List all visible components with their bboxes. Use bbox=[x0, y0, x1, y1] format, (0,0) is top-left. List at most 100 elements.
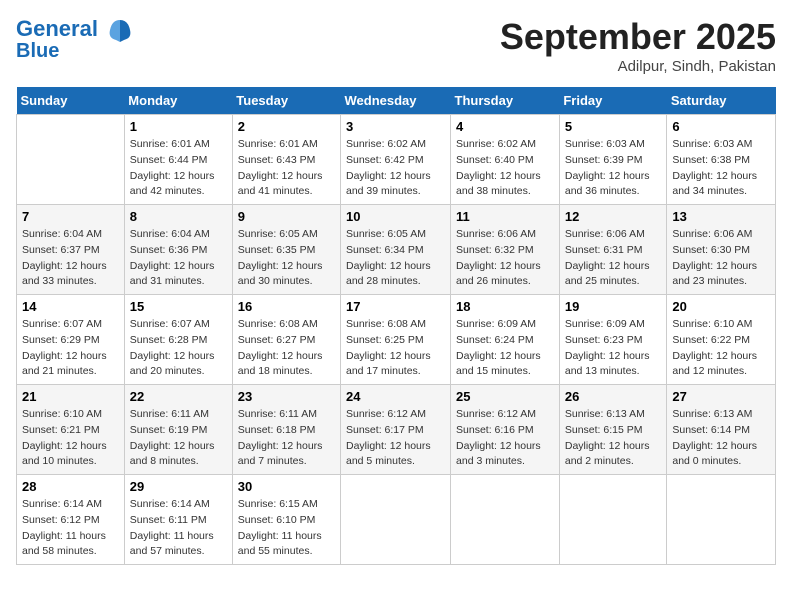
calendar-cell: 16Sunrise: 6:08 AM Sunset: 6:27 PM Dayli… bbox=[232, 295, 340, 385]
day-number: 12 bbox=[565, 209, 662, 224]
day-info: Sunrise: 6:07 AM Sunset: 6:28 PM Dayligh… bbox=[130, 317, 227, 380]
day-info: Sunrise: 6:10 AM Sunset: 6:22 PM Dayligh… bbox=[672, 317, 770, 380]
page-header: General Blue September 2025 Adilpur, Sin… bbox=[16, 16, 776, 75]
calendar-cell: 22 Sunrise: 6:11 AM Sunset: 6:19 PM Dayli… bbox=[124, 385, 232, 475]
day-info: Sunrise: 6:14 AM Sunset: 6:12 PM Dayligh… bbox=[22, 497, 119, 560]
calendar-cell: 14 Sunrise: 6:07 AM Sunset: 6:29 PM Dayli… bbox=[17, 295, 125, 385]
week-row-3: 14 Sunrise: 6:07 AM Sunset: 6:29 PM Dayli… bbox=[17, 295, 776, 385]
day-header-thursday: Thursday bbox=[451, 87, 560, 115]
calendar-cell: 17Sunrise: 6:08 AM Sunset: 6:25 PM Dayli… bbox=[341, 295, 451, 385]
day-info: Sunrise: 6:09 AM Sunset: 6:23 PM Dayligh… bbox=[565, 317, 662, 380]
week-row-2: 7Sunrise: 6:04 AM Sunset: 6:37 PM Daylig… bbox=[17, 205, 776, 295]
day-number: 27 bbox=[672, 389, 770, 404]
day-number: 6 bbox=[672, 119, 770, 134]
day-number: 17 bbox=[346, 299, 445, 314]
calendar-table: SundayMondayTuesdayWednesdayThursdayFrid… bbox=[16, 87, 776, 565]
week-row-4: 21 Sunrise: 6:10 AM Sunset: 6:21 PM Dayli… bbox=[17, 385, 776, 475]
day-info: Sunrise: 6:12 AM Sunset: 6:16 PM Dayligh… bbox=[456, 407, 554, 470]
calendar-cell: 12 Sunrise: 6:06 AM Sunset: 6:31 PM Dayli… bbox=[559, 205, 667, 295]
calendar-cell: 4 Sunrise: 6:02 AM Sunset: 6:40 PM Daylig… bbox=[451, 115, 560, 205]
calendar-cell: 7Sunrise: 6:04 AM Sunset: 6:37 PM Daylig… bbox=[17, 205, 125, 295]
day-number: 24 bbox=[346, 389, 445, 404]
day-number: 19 bbox=[565, 299, 662, 314]
title-block: September 2025 Adilpur, Sindh, Pakistan bbox=[500, 16, 776, 75]
day-info: Sunrise: 6:08 AM Sunset: 6:27 PM Dayligh… bbox=[238, 317, 335, 380]
day-header-saturday: Saturday bbox=[667, 87, 776, 115]
day-number: 4 bbox=[456, 119, 554, 134]
day-info: Sunrise: 6:05 AM Sunset: 6:35 PM Dayligh… bbox=[238, 227, 335, 290]
day-number: 28 bbox=[22, 479, 119, 494]
day-header-wednesday: Wednesday bbox=[341, 87, 451, 115]
day-number: 30 bbox=[238, 479, 335, 494]
calendar-cell: 1Sunrise: 6:01 AM Sunset: 6:44 PM Daylig… bbox=[124, 115, 232, 205]
week-row-1: 1Sunrise: 6:01 AM Sunset: 6:44 PM Daylig… bbox=[17, 115, 776, 205]
calendar-cell: 11 Sunrise: 6:06 AM Sunset: 6:32 PM Dayli… bbox=[451, 205, 560, 295]
calendar-cell: 13Sunrise: 6:06 AM Sunset: 6:30 PM Dayli… bbox=[667, 205, 776, 295]
calendar-cell: 20 Sunrise: 6:10 AM Sunset: 6:22 PM Dayli… bbox=[667, 295, 776, 385]
calendar-cell: 25 Sunrise: 6:12 AM Sunset: 6:16 PM Dayli… bbox=[451, 385, 560, 475]
day-number: 15 bbox=[130, 299, 227, 314]
day-number: 25 bbox=[456, 389, 554, 404]
calendar-cell: 10 Sunrise: 6:05 AM Sunset: 6:34 PM Dayli… bbox=[341, 205, 451, 295]
day-info: Sunrise: 6:05 AM Sunset: 6:34 PM Dayligh… bbox=[346, 227, 445, 290]
calendar-cell: 21 Sunrise: 6:10 AM Sunset: 6:21 PM Dayli… bbox=[17, 385, 125, 475]
calendar-cell: 28 Sunrise: 6:14 AM Sunset: 6:12 PM Dayli… bbox=[17, 475, 125, 565]
day-info: Sunrise: 6:11 AM Sunset: 6:19 PM Dayligh… bbox=[130, 407, 227, 470]
day-info: Sunrise: 6:10 AM Sunset: 6:21 PM Dayligh… bbox=[22, 407, 119, 470]
day-info: Sunrise: 6:04 AM Sunset: 6:36 PM Dayligh… bbox=[130, 227, 227, 290]
day-number: 13 bbox=[672, 209, 770, 224]
day-number: 7 bbox=[22, 209, 119, 224]
day-number: 22 bbox=[130, 389, 227, 404]
day-number: 10 bbox=[346, 209, 445, 224]
day-info: Sunrise: 6:15 AM Sunset: 6:10 PM Dayligh… bbox=[238, 497, 335, 560]
day-number: 11 bbox=[456, 209, 554, 224]
day-info: Sunrise: 6:06 AM Sunset: 6:32 PM Dayligh… bbox=[456, 227, 554, 290]
day-number: 8 bbox=[130, 209, 227, 224]
calendar-cell bbox=[17, 115, 125, 205]
calendar-cell bbox=[667, 475, 776, 565]
day-number: 5 bbox=[565, 119, 662, 134]
day-number: 26 bbox=[565, 389, 662, 404]
day-header-friday: Friday bbox=[559, 87, 667, 115]
day-info: Sunrise: 6:07 AM Sunset: 6:29 PM Dayligh… bbox=[22, 317, 119, 380]
day-number: 21 bbox=[22, 389, 119, 404]
calendar-cell bbox=[451, 475, 560, 565]
calendar-cell: 27Sunrise: 6:13 AM Sunset: 6:14 PM Dayli… bbox=[667, 385, 776, 475]
day-number: 29 bbox=[130, 479, 227, 494]
calendar-cell: 15 Sunrise: 6:07 AM Sunset: 6:28 PM Dayli… bbox=[124, 295, 232, 385]
location: Adilpur, Sindh, Pakistan bbox=[500, 58, 776, 75]
week-row-5: 28 Sunrise: 6:14 AM Sunset: 6:12 PM Dayli… bbox=[17, 475, 776, 565]
calendar-cell: 9 Sunrise: 6:05 AM Sunset: 6:35 PM Daylig… bbox=[232, 205, 340, 295]
calendar-cell: 23Sunrise: 6:11 AM Sunset: 6:18 PM Dayli… bbox=[232, 385, 340, 475]
calendar-cell: 26 Sunrise: 6:13 AM Sunset: 6:15 PM Dayli… bbox=[559, 385, 667, 475]
calendar-cell: 2 Sunrise: 6:01 AM Sunset: 6:43 PM Daylig… bbox=[232, 115, 340, 205]
day-number: 2 bbox=[238, 119, 335, 134]
day-number: 14 bbox=[22, 299, 119, 314]
day-info: Sunrise: 6:14 AM Sunset: 6:11 PM Dayligh… bbox=[130, 497, 227, 560]
day-info: Sunrise: 6:13 AM Sunset: 6:15 PM Dayligh… bbox=[565, 407, 662, 470]
day-number: 18 bbox=[456, 299, 554, 314]
calendar-cell: 30 Sunrise: 6:15 AM Sunset: 6:10 PM Dayli… bbox=[232, 475, 340, 565]
calendar-cell bbox=[559, 475, 667, 565]
calendar-cell: 5Sunrise: 6:03 AM Sunset: 6:39 PM Daylig… bbox=[559, 115, 667, 205]
day-number: 3 bbox=[346, 119, 445, 134]
logo: General Blue bbox=[16, 16, 134, 62]
calendar-cell: 6Sunrise: 6:03 AM Sunset: 6:38 PM Daylig… bbox=[667, 115, 776, 205]
day-header-sunday: Sunday bbox=[17, 87, 125, 115]
calendar-cell: 24 Sunrise: 6:12 AM Sunset: 6:17 PM Dayli… bbox=[341, 385, 451, 475]
day-info: Sunrise: 6:01 AM Sunset: 6:43 PM Dayligh… bbox=[238, 137, 335, 200]
header-row: SundayMondayTuesdayWednesdayThursdayFrid… bbox=[17, 87, 776, 115]
day-number: 9 bbox=[238, 209, 335, 224]
calendar-cell: 18Sunrise: 6:09 AM Sunset: 6:24 PM Dayli… bbox=[451, 295, 560, 385]
calendar-cell: 3Sunrise: 6:02 AM Sunset: 6:42 PM Daylig… bbox=[341, 115, 451, 205]
day-info: Sunrise: 6:02 AM Sunset: 6:40 PM Dayligh… bbox=[456, 137, 554, 200]
day-header-monday: Monday bbox=[124, 87, 232, 115]
day-number: 23 bbox=[238, 389, 335, 404]
calendar-cell: 19 Sunrise: 6:09 AM Sunset: 6:23 PM Dayli… bbox=[559, 295, 667, 385]
calendar-cell: 29 Sunrise: 6:14 AM Sunset: 6:11 PM Dayli… bbox=[124, 475, 232, 565]
calendar-cell bbox=[341, 475, 451, 565]
month-title: September 2025 bbox=[500, 16, 776, 58]
day-info: Sunrise: 6:12 AM Sunset: 6:17 PM Dayligh… bbox=[346, 407, 445, 470]
day-info: Sunrise: 6:06 AM Sunset: 6:31 PM Dayligh… bbox=[565, 227, 662, 290]
day-number: 20 bbox=[672, 299, 770, 314]
